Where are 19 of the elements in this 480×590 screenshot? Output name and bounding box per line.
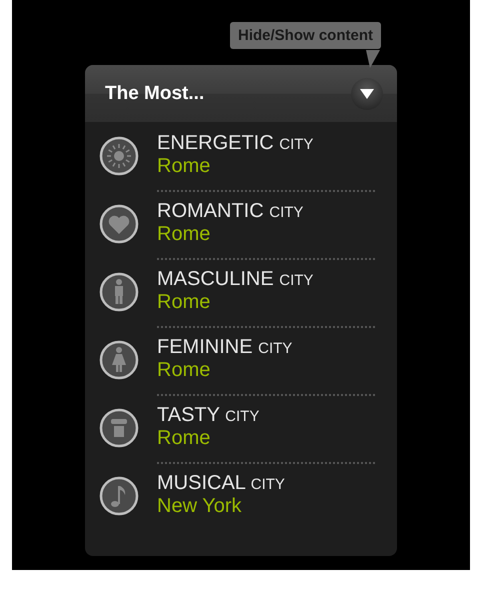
caret-icon [360, 88, 374, 98]
sun-icon [99, 136, 139, 176]
city-name: Rome [157, 155, 212, 178]
music-note-icon [99, 476, 139, 516]
city-name: Rome [157, 359, 212, 382]
category-label: FEMININE CITY [157, 336, 294, 359]
woman-icon [99, 340, 139, 380]
category-label: ENERGETIC CITY [157, 132, 314, 155]
category-label: TASTY CITY [157, 404, 260, 427]
panel-title: The Most... [105, 82, 204, 104]
city-name: Rome [157, 427, 212, 450]
city-name: Rome [157, 291, 212, 314]
category-label: ROMANTIC CITY [157, 200, 304, 223]
man-icon [99, 272, 139, 312]
category-label: MASCULINE CITY [157, 268, 314, 291]
category-label: MUSICAL CITY [157, 472, 286, 495]
city-name: New York [157, 495, 242, 518]
city-name: Rome [157, 223, 212, 246]
tooltip-pointer [366, 50, 380, 68]
